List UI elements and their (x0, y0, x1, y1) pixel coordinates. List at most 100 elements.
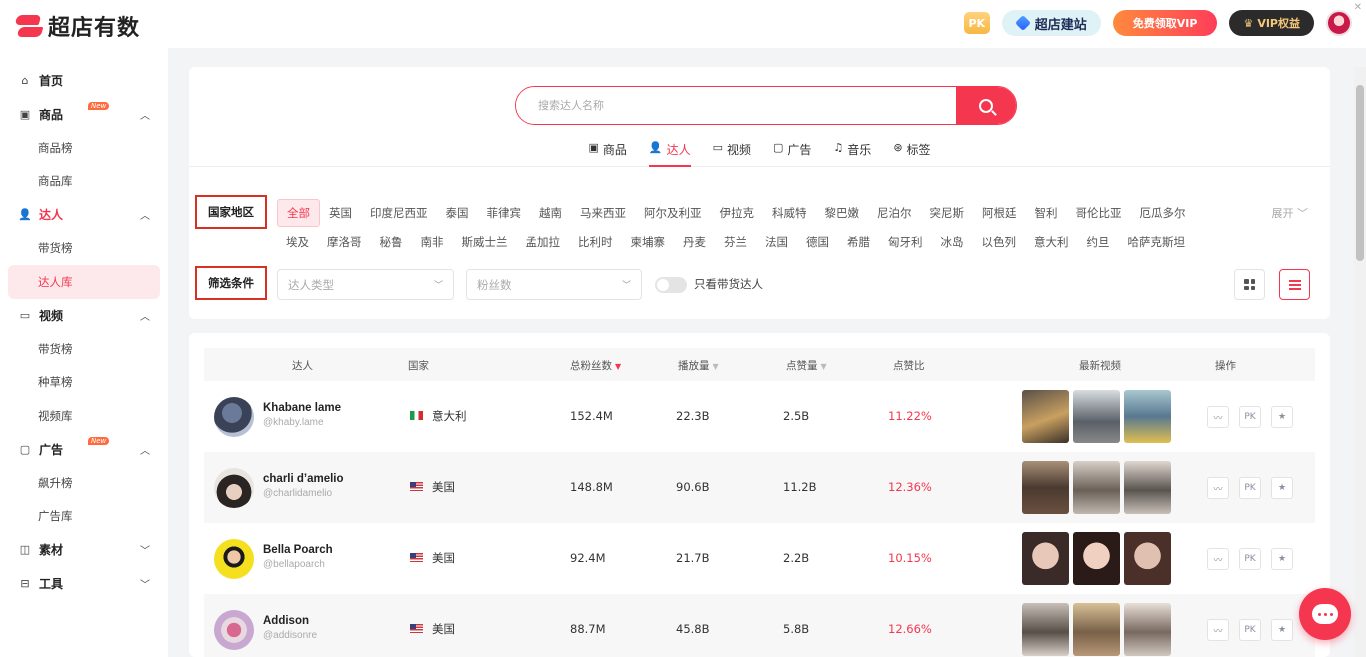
country-option[interactable]: 黎巴嫩 (816, 205, 869, 221)
influencer-name[interactable]: Bella Poarch (263, 544, 333, 556)
video-thumbnail[interactable] (1124, 532, 1171, 585)
avatar[interactable] (214, 539, 254, 579)
country-option[interactable]: 希腊 (838, 234, 879, 250)
country-option[interactable]: 伊拉克 (711, 205, 764, 221)
sidebar-item-material[interactable]: ◫ 素材 ﹀ (0, 533, 168, 567)
brand-logo[interactable]: 超店有数 (14, 10, 140, 42)
country-option[interactable]: 厄瓜多尔 (1131, 205, 1195, 221)
country-option[interactable]: 科威特 (763, 205, 816, 221)
country-option[interactable]: 马来西亚 (571, 205, 635, 221)
video-thumbnail[interactable] (1022, 390, 1069, 443)
page-scrollbar[interactable] (1354, 67, 1366, 657)
country-option[interactable]: 斯威士兰 (453, 234, 517, 250)
country-option[interactable]: 芬兰 (715, 234, 756, 250)
sidebar-item-home[interactable]: ⌂ 首页 (0, 64, 168, 98)
pk-button[interactable]: PK (963, 12, 990, 34)
country-option[interactable]: 德国 (797, 234, 838, 250)
country-option[interactable]: 尼泊尔 (868, 205, 921, 221)
avatar[interactable] (214, 468, 254, 508)
tab-music[interactable]: ♫ 音乐 (833, 139, 871, 167)
expand-button[interactable]: 展开 ﹀ (1272, 205, 1309, 221)
avatar[interactable] (214, 397, 254, 437)
tab-tags[interactable]: ⊛ 标签 (893, 139, 930, 167)
country-option[interactable]: 阿尔及利亚 (635, 205, 711, 221)
chat-support-button[interactable] (1299, 588, 1351, 640)
country-option[interactable]: 约旦 (1078, 234, 1119, 250)
scrollbar-thumb[interactable] (1356, 85, 1364, 261)
trend-chart-icon[interactable]: 〰 (1207, 619, 1229, 641)
country-option[interactable]: 丹麦 (674, 234, 715, 250)
influencer-name[interactable]: Khabane lame (263, 402, 341, 414)
video-thumbnail[interactable] (1073, 603, 1120, 656)
tab-ads[interactable]: ▢ 广告 (773, 139, 811, 167)
header-fans[interactable]: 总粉丝数 ▼ (570, 358, 621, 373)
video-thumbnail[interactable] (1073, 461, 1120, 514)
user-avatar[interactable] (1326, 10, 1352, 36)
country-option[interactable]: 越南 (530, 205, 571, 221)
country-option[interactable]: 全部 (277, 198, 320, 227)
country-option[interactable]: 南非 (412, 234, 453, 250)
tab-goods[interactable]: ▣ 商品 (588, 139, 626, 167)
pk-compare-button[interactable]: PK (1239, 406, 1261, 428)
video-thumbnail[interactable] (1073, 532, 1120, 585)
country-option[interactable]: 法国 (756, 234, 797, 250)
video-thumbnail[interactable] (1124, 461, 1171, 514)
video-thumbnail[interactable] (1022, 461, 1069, 514)
country-option[interactable]: 哈萨克斯坦 (1119, 234, 1195, 250)
trend-chart-icon[interactable]: 〰 (1207, 477, 1229, 499)
sidebar-sub-goods-rank[interactable]: 商品榜 (0, 131, 168, 165)
country-option[interactable]: 以色列 (973, 234, 1026, 250)
fans-count-select[interactable]: 粉丝数 ﹀ (466, 269, 642, 300)
table-row[interactable]: Addison @addisonre 美国 88.7M 45.8B 5.8B 1… (204, 594, 1315, 657)
sales-only-toggle[interactable] (655, 277, 687, 293)
country-option[interactable]: 哥伦比亚 (1067, 205, 1131, 221)
sidebar-sub-ads-rising[interactable]: 飙升榜 (0, 466, 168, 500)
country-option[interactable]: 意大利 (1025, 234, 1078, 250)
country-option[interactable]: 埃及 (277, 234, 318, 250)
sidebar-item-video[interactable]: ▭ 视频 ︿ (0, 299, 168, 333)
tab-influencer[interactable]: 👤 达人 (648, 139, 691, 167)
table-row[interactable]: Khabane lame @khaby.lame 意大利 152.4M 22.3… (204, 381, 1315, 452)
table-row[interactable]: Bella Poarch @bellapoarch 美国 92.4M 21.7B… (204, 523, 1315, 594)
sidebar-item-tools[interactable]: ⊟ 工具 ﹀ (0, 567, 168, 601)
star-icon[interactable]: ★ (1271, 619, 1293, 641)
country-option[interactable]: 泰国 (437, 205, 478, 221)
star-icon[interactable]: ★ (1271, 548, 1293, 570)
star-icon[interactable]: ★ (1271, 477, 1293, 499)
sidebar-sub-influencer-rank[interactable]: 带货榜 (0, 232, 168, 266)
avatar[interactable] (214, 610, 254, 650)
sidebar-sub-video-seed-rank[interactable]: 种草榜 (0, 366, 168, 400)
country-option[interactable]: 秘鲁 (371, 234, 412, 250)
pk-compare-button[interactable]: PK (1239, 548, 1261, 570)
header-likes[interactable]: 点赞量 ▼ (786, 358, 827, 373)
video-thumbnail[interactable] (1073, 390, 1120, 443)
country-option[interactable]: 冰岛 (932, 234, 973, 250)
pk-compare-button[interactable]: PK (1239, 619, 1261, 641)
star-icon[interactable]: ★ (1271, 406, 1293, 428)
sidebar-sub-ads-library[interactable]: 广告库 (0, 500, 168, 534)
sidebar-sub-goods-library[interactable]: 商品库 (0, 165, 168, 199)
sidebar-item-ads[interactable]: ▢ 广告 New ︿ (0, 433, 168, 467)
sidebar-sub-video-sales-rank[interactable]: 带货榜 (0, 332, 168, 366)
list-view-button[interactable] (1279, 269, 1310, 300)
grid-view-button[interactable] (1234, 269, 1265, 300)
country-option[interactable]: 菲律宾 (478, 205, 531, 221)
country-option[interactable]: 匈牙利 (879, 234, 932, 250)
country-option[interactable]: 柬埔寨 (622, 234, 675, 250)
search-button[interactable] (956, 87, 1016, 124)
country-option[interactable]: 突尼斯 (921, 205, 974, 221)
country-option[interactable]: 阿根廷 (973, 205, 1026, 221)
vip-rights-button[interactable]: ♛ VIP权益 (1229, 10, 1314, 36)
search-input[interactable] (516, 87, 956, 124)
influencer-name[interactable]: charli d’amelio (263, 473, 344, 485)
country-option[interactable]: 印度尼西亚 (361, 205, 437, 221)
video-thumbnail[interactable] (1124, 390, 1171, 443)
influencer-type-select[interactable]: 达人类型 ﹀ (277, 269, 454, 300)
trend-chart-icon[interactable]: 〰 (1207, 548, 1229, 570)
sidebar-item-goods[interactable]: ▣ 商品 New ︿ (0, 98, 168, 132)
free-vip-button[interactable]: 免费领取VIP (1112, 10, 1218, 36)
video-thumbnail[interactable] (1124, 603, 1171, 656)
country-option[interactable]: 孟加拉 (517, 234, 570, 250)
influencer-name[interactable]: Addison (263, 615, 309, 627)
sidebar-sub-video-library[interactable]: 视频库 (0, 399, 168, 433)
